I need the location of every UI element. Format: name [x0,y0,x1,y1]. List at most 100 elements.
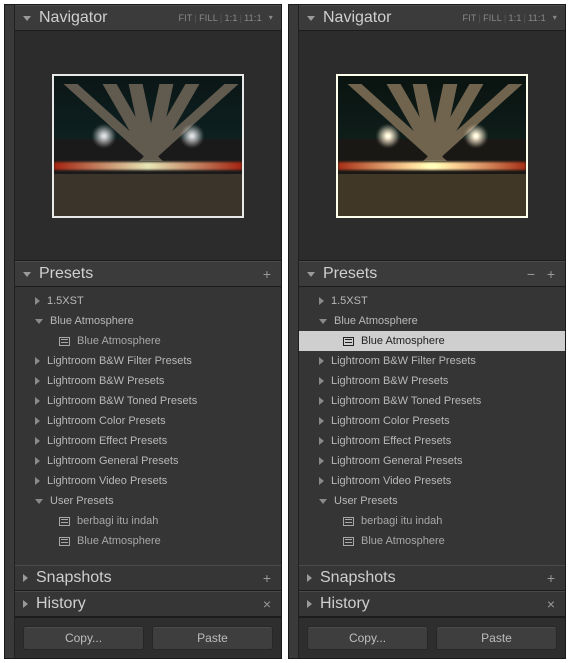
chevron-right-icon [319,477,324,485]
snapshots-header[interactable]: Snapshots+ [15,565,281,591]
footer-buttons: Copy... Paste [15,617,281,658]
folder-label: Blue Atmosphere [334,315,418,327]
preset-item[interactable]: Blue Atmosphere [15,531,281,551]
preset-folder[interactable]: Lightroom B&W Toned Presets [299,391,565,411]
zoom-FIT[interactable]: FIT [178,13,192,23]
preset-icon [343,337,354,346]
chevron-right-icon [35,357,40,365]
chevron-down-icon [35,319,43,324]
add-preset-button[interactable]: + [261,267,273,281]
history-title: History [36,595,261,613]
navigator-header[interactable]: NavigatorFIT|FILL|1:1|11:1▾ [15,5,281,31]
preset-icon [59,517,70,526]
preset-item[interactable]: Blue Atmosphere [299,331,565,351]
folder-label: Lightroom General Presets [47,455,178,467]
preset-item[interactable]: Blue Atmosphere [299,531,565,551]
zoom-dropdown-icon[interactable]: ▾ [553,13,557,23]
copy-button[interactable]: Copy... [23,626,144,650]
zoom-FILL[interactable]: FILL [483,13,502,23]
chevron-right-icon [35,437,40,445]
preset-icon [343,517,354,526]
preset-folder[interactable]: 1.5XST [15,291,281,311]
history-header[interactable]: History× [15,591,281,617]
chevron-right-icon [319,297,324,305]
zoom-11-1[interactable]: 11:1 [528,13,546,23]
copy-button[interactable]: Copy... [307,626,428,650]
chevron-right-icon [35,377,40,385]
preset-folder[interactable]: Lightroom Color Presets [15,411,281,431]
history-header[interactable]: History× [299,591,565,617]
chevron-right-icon [319,417,324,425]
preset-folder[interactable]: Lightroom Video Presets [15,471,281,491]
preset-folder[interactable]: Lightroom Video Presets [299,471,565,491]
presets-header[interactable]: Presets+ [15,261,281,287]
navigator-zoom-buttons: FIT|FILL|1:1|11:1▾ [462,13,557,23]
preset-folder[interactable]: Blue Atmosphere [299,311,565,331]
navigator-header[interactable]: NavigatorFIT|FILL|1:1|11:1▾ [299,5,565,31]
preset-folder[interactable]: Lightroom B&W Presets [299,371,565,391]
footer-buttons: Copy... Paste [299,617,565,658]
preset-item[interactable]: berbagi itu indah [15,511,281,531]
add-snapshot-button[interactable]: + [545,571,557,585]
preset-folder[interactable]: Lightroom B&W Presets [15,371,281,391]
add-preset-button[interactable]: + [545,267,557,281]
preset-item[interactable]: berbagi itu indah [299,511,565,531]
disclosure-down-icon [23,16,31,21]
zoom-FIT[interactable]: FIT [462,13,476,23]
zoom-FILL[interactable]: FILL [199,13,218,23]
preset-label: berbagi itu indah [77,515,158,527]
vertical-rail [5,5,15,658]
preset-folder[interactable]: User Presets [299,491,565,511]
chevron-right-icon [319,397,324,405]
folder-label: Lightroom B&W Toned Presets [47,395,197,407]
preset-folder[interactable]: Lightroom Color Presets [299,411,565,431]
preset-folder[interactable]: User Presets [15,491,281,511]
preset-icon [59,537,70,546]
navigator-thumbnail[interactable] [52,74,244,218]
folder-label: Lightroom Video Presets [331,475,451,487]
zoom-1-1[interactable]: 1:1 [508,13,521,23]
preset-folder[interactable]: Blue Atmosphere [15,311,281,331]
paste-button[interactable]: Paste [152,626,273,650]
folder-label: Lightroom General Presets [331,455,462,467]
zoom-1-1[interactable]: 1:1 [224,13,237,23]
paste-button[interactable]: Paste [436,626,557,650]
presets-tree: 1.5XSTBlue AtmosphereBlue AtmosphereLigh… [15,287,281,565]
snapshots-header[interactable]: Snapshots+ [299,565,565,591]
preset-folder[interactable]: Lightroom B&W Toned Presets [15,391,281,411]
zoom-dropdown-icon[interactable]: ▾ [269,13,273,23]
presets-header[interactable]: Presets−+ [299,261,565,287]
folder-label: Lightroom B&W Toned Presets [331,395,481,407]
preset-folder[interactable]: Lightroom B&W Filter Presets [15,351,281,371]
chevron-right-icon [35,297,40,305]
navigator-body [299,31,565,261]
right-panel: NavigatorFIT|FILL|1:1|11:1▾Presets−+1.5X… [288,4,566,659]
preset-folder[interactable]: Lightroom B&W Filter Presets [299,351,565,371]
folder-label: Lightroom Effect Presets [331,435,451,447]
folder-label: Lightroom B&W Filter Presets [331,355,476,367]
chevron-down-icon [319,499,327,504]
snapshots-title: Snapshots [36,569,261,587]
add-snapshot-button[interactable]: + [261,571,273,585]
preset-item[interactable]: Blue Atmosphere [15,331,281,351]
folder-label: Lightroom Color Presets [47,415,166,427]
clear-history-button[interactable]: × [261,597,273,611]
preset-label: Blue Atmosphere [77,535,161,547]
zoom-11-1[interactable]: 11:1 [244,13,262,23]
clear-history-button[interactable]: × [545,597,557,611]
preset-folder[interactable]: Lightroom Effect Presets [299,431,565,451]
remove-preset-button[interactable]: − [525,267,537,281]
chevron-right-icon [35,417,40,425]
folder-label: Lightroom Video Presets [47,475,167,487]
preset-folder[interactable]: Lightroom Effect Presets [15,431,281,451]
chevron-right-icon [35,397,40,405]
navigator-zoom-buttons: FIT|FILL|1:1|11:1▾ [178,13,273,23]
disclosure-down-icon [307,272,315,277]
disclosure-down-icon [307,16,315,21]
preset-folder[interactable]: Lightroom General Presets [299,451,565,471]
preset-folder[interactable]: 1.5XST [299,291,565,311]
preset-icon [343,537,354,546]
preset-folder[interactable]: Lightroom General Presets [15,451,281,471]
navigator-thumbnail[interactable] [336,74,528,218]
folder-label: Blue Atmosphere [50,315,134,327]
